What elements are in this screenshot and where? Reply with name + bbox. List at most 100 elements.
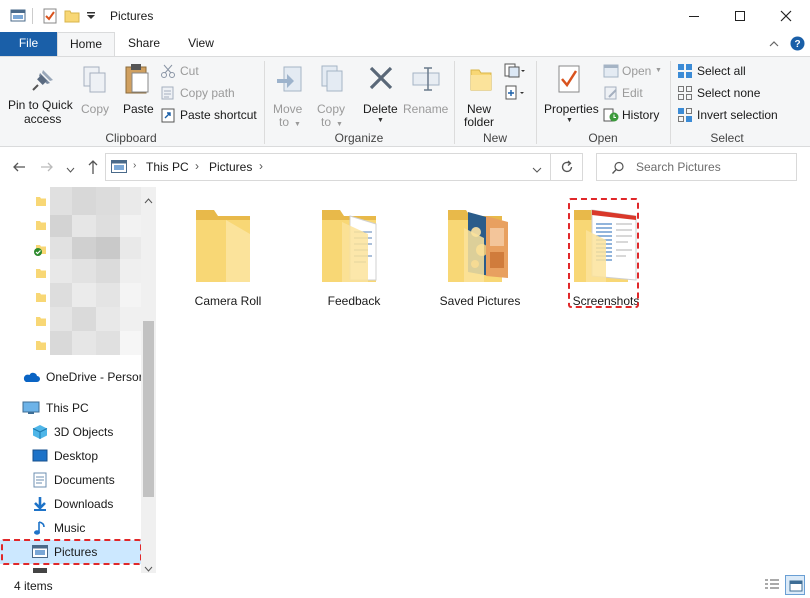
properties-icon bbox=[556, 64, 582, 97]
new-folder-icon[interactable] bbox=[64, 8, 80, 27]
chevron-down-icon bbox=[532, 167, 542, 173]
delete-button[interactable]: Delete ▼ bbox=[360, 61, 400, 129]
history-button[interactable]: History bbox=[603, 107, 667, 125]
breadcrumb-chevron-icon[interactable]: › bbox=[259, 159, 263, 173]
copy-to-label-2: to bbox=[321, 115, 332, 129]
folder-icon bbox=[35, 315, 47, 330]
nav-documents-label: Documents bbox=[54, 473, 115, 487]
new-folder-label-2: folder bbox=[464, 115, 495, 129]
nav-music[interactable]: Music bbox=[0, 516, 141, 540]
select-all-icon bbox=[677, 63, 693, 82]
properties-check-icon[interactable] bbox=[42, 8, 58, 27]
ribbon-tabs: File Home Share View ? bbox=[0, 32, 810, 57]
scroll-up-icon[interactable] bbox=[144, 193, 153, 207]
copy-to-button[interactable]: Copy to ▼ bbox=[312, 61, 350, 129]
nav-this-pc[interactable]: This PC bbox=[0, 396, 141, 420]
easy-access-button[interactable] bbox=[504, 85, 530, 103]
copy-button[interactable]: Copy bbox=[78, 61, 112, 129]
properties-button[interactable]: Properties ▼ bbox=[540, 61, 599, 129]
folder-icon bbox=[35, 219, 47, 234]
folder-with-documents-icon bbox=[322, 210, 377, 282]
breadcrumb-this-pc[interactable]: This PC bbox=[146, 160, 189, 174]
nav-this-pc-label: This PC bbox=[46, 401, 89, 415]
window-icon[interactable] bbox=[10, 8, 26, 27]
desktop-icon bbox=[32, 449, 48, 463]
ribbon-separator bbox=[536, 61, 537, 144]
screenshots-highlight-box bbox=[568, 198, 639, 308]
copy-label: Copy bbox=[81, 102, 110, 116]
cut-button[interactable]: Cut bbox=[160, 63, 204, 81]
item-count: 4 items bbox=[14, 579, 53, 593]
new-folder-button[interactable]: New folder bbox=[460, 61, 502, 129]
tab-view[interactable]: View bbox=[175, 32, 227, 56]
rename-button[interactable]: Rename bbox=[402, 61, 450, 129]
address-bar[interactable]: › This PC › Pictures › bbox=[105, 153, 551, 181]
up-button[interactable] bbox=[86, 159, 100, 178]
nav-downloads[interactable]: Downloads bbox=[0, 492, 141, 516]
open-button[interactable]: Open ▼ bbox=[603, 63, 665, 81]
details-view-icon bbox=[765, 579, 779, 589]
nav-onedrive-label: OneDrive - Persor bbox=[46, 370, 143, 384]
address-dropdown-button[interactable] bbox=[532, 163, 542, 177]
rename-label: Rename bbox=[403, 102, 449, 116]
close-button[interactable] bbox=[763, 0, 809, 32]
chevron-up-icon[interactable] bbox=[768, 38, 780, 52]
maximize-button[interactable] bbox=[717, 0, 763, 32]
rename-icon bbox=[411, 65, 441, 96]
cut-icon bbox=[160, 63, 176, 82]
folder-icon bbox=[35, 267, 47, 282]
help-icon[interactable]: ? bbox=[790, 36, 805, 54]
onedrive-cloud-icon bbox=[22, 371, 40, 383]
minimize-button[interactable] bbox=[671, 0, 717, 32]
back-button[interactable] bbox=[12, 160, 26, 177]
nav-onedrive[interactable]: OneDrive - Persor bbox=[0, 365, 143, 389]
tab-share[interactable]: Share bbox=[118, 32, 170, 56]
recent-locations-button[interactable] bbox=[66, 163, 75, 177]
invert-selection-button[interactable]: Invert selection bbox=[677, 107, 787, 125]
title-bar: Pictures bbox=[0, 0, 810, 32]
select-all-label: Select all bbox=[697, 64, 746, 78]
cut-label: Cut bbox=[180, 64, 199, 78]
move-to-button[interactable]: Move to ▼ bbox=[270, 61, 308, 129]
paste-shortcut-button[interactable]: Paste shortcut bbox=[160, 107, 260, 125]
paste-shortcut-icon bbox=[160, 107, 176, 126]
scroll-thumb[interactable] bbox=[143, 321, 154, 497]
paste-icon bbox=[123, 63, 151, 98]
folder-icon bbox=[35, 339, 47, 354]
refresh-button[interactable] bbox=[551, 153, 583, 181]
pin-to-quick-access-button[interactable]: Pin to Quick access bbox=[6, 61, 78, 129]
quick-access-list bbox=[32, 187, 142, 357]
copy-path-icon bbox=[160, 85, 176, 104]
forward-button[interactable] bbox=[40, 160, 54, 177]
breadcrumb-chevron-icon[interactable]: › bbox=[195, 159, 199, 173]
svg-text:?: ? bbox=[794, 39, 800, 50]
pictures-location-icon bbox=[111, 160, 127, 177]
tab-file[interactable]: File bbox=[0, 32, 57, 56]
organize-group-label: Organize bbox=[334, 131, 384, 145]
close-icon bbox=[780, 10, 792, 22]
tab-home[interactable]: Home bbox=[57, 32, 115, 57]
select-none-button[interactable]: Select none bbox=[677, 85, 767, 103]
nav-desktop[interactable]: Desktop bbox=[0, 444, 141, 468]
nav-desktop-label: Desktop bbox=[54, 449, 99, 463]
edit-button[interactable]: Edit bbox=[603, 85, 653, 103]
refresh-icon bbox=[561, 160, 572, 173]
paste-button[interactable]: Paste bbox=[118, 61, 154, 129]
nav-documents[interactable]: Documents bbox=[0, 468, 141, 492]
breadcrumb-chevron-icon[interactable]: › bbox=[133, 160, 136, 171]
copy-to-label: Copy bbox=[317, 102, 346, 116]
large-icons-view-button[interactable] bbox=[785, 575, 805, 595]
search-box[interactable]: Search Pictures bbox=[596, 153, 797, 181]
new-folder-label: New bbox=[467, 102, 492, 116]
dropdown-arrow-icon: ▼ bbox=[566, 117, 573, 124]
nav-3d-objects[interactable]: 3D Objects bbox=[0, 420, 141, 444]
maximize-icon bbox=[735, 11, 745, 21]
copy-path-button[interactable]: Copy path bbox=[160, 85, 240, 103]
select-all-button[interactable]: Select all bbox=[677, 63, 757, 81]
breadcrumb-pictures[interactable]: Pictures bbox=[209, 160, 252, 174]
pin-label-2: access bbox=[24, 112, 62, 126]
chevron-down-icon[interactable] bbox=[86, 10, 96, 24]
details-view-button[interactable] bbox=[764, 578, 780, 595]
folder-icon bbox=[35, 195, 47, 210]
new-item-button[interactable] bbox=[504, 63, 530, 81]
